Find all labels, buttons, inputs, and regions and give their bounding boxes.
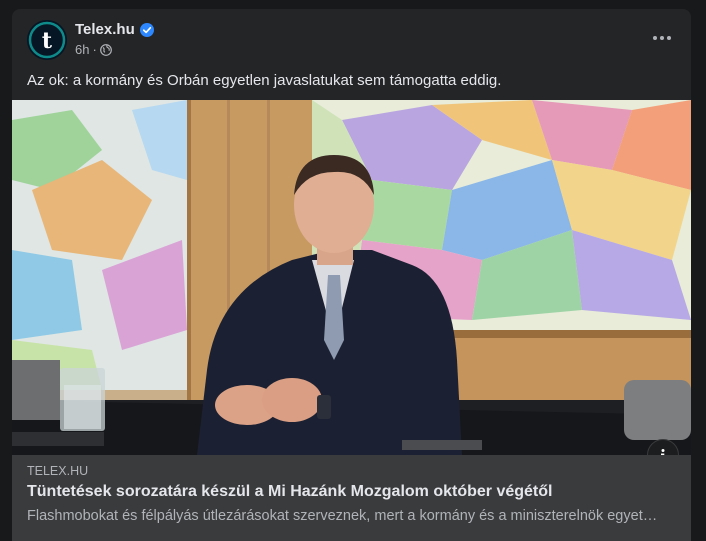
- link-description: Flashmobokat és félpályás útlezárásokat …: [27, 508, 658, 524]
- avatar-letter: t: [42, 28, 53, 54]
- link-domain: TELEX.HU: [27, 464, 89, 478]
- globe-icon[interactable]: [99, 43, 112, 56]
- verified-badge-icon: [139, 22, 154, 37]
- post-text: Az ok: a kormány és Orbán egyetlen javas…: [27, 72, 502, 89]
- post-card: t Telex.hu 6h · Az ok: a kormány és Orbá…: [12, 9, 691, 541]
- post-meta: 6h ·: [75, 42, 112, 57]
- telex-logo: t: [27, 20, 67, 60]
- meta-separator: ·: [92, 42, 97, 57]
- post-header: t Telex.hu 6h ·: [12, 9, 691, 69]
- link-preview[interactable]: TELEX.HU Tüntetések sorozatára készül a …: [12, 455, 691, 541]
- page-avatar[interactable]: t: [27, 20, 67, 60]
- page-name[interactable]: Telex.hu: [75, 21, 135, 38]
- link-preview-image[interactable]: [12, 100, 691, 455]
- more-options-button[interactable]: [647, 25, 677, 51]
- more-options-icon: [653, 36, 671, 40]
- link-title[interactable]: Tüntetések sorozatára készül a Mi Hazánk…: [27, 483, 552, 501]
- article-photo: [12, 100, 691, 455]
- page-name-row: Telex.hu: [75, 21, 154, 38]
- post-time[interactable]: 6h: [75, 42, 89, 57]
